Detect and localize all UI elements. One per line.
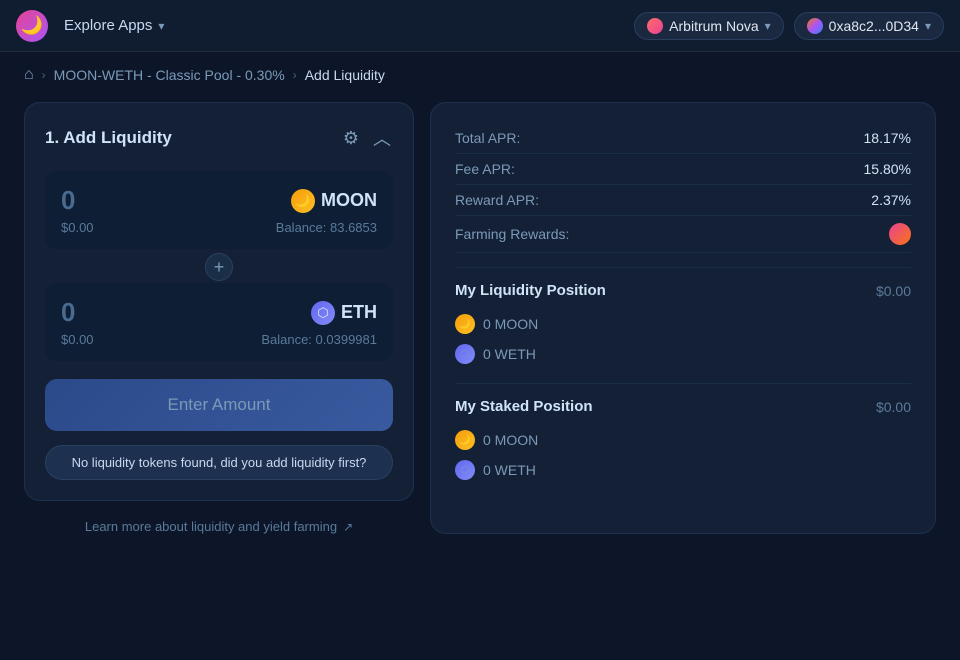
liquidity-position-header: My Liquidity Position $0.00 [455, 282, 911, 299]
token-b-top: 0 ⬡ ETH [61, 297, 377, 328]
staked-weth-amount: 0 WETH [483, 462, 536, 478]
token-b-balance: Balance: 0.0399981 [261, 332, 377, 347]
settings-button[interactable]: ⚙ [341, 126, 361, 151]
token-a-amount[interactable]: 0 [61, 185, 75, 216]
breadcrumb-sep-2: › [293, 68, 297, 82]
liquidity-moon-row: 🌙 0 MOON [455, 309, 911, 339]
liquidity-weth-icon: ⬡ [455, 344, 475, 364]
reward-apr-row: Reward APR: 2.37% [455, 185, 911, 216]
add-liquidity-card: 1. Add Liquidity ⚙ ︿ 0 🌙 MOON $0.00 [24, 102, 414, 501]
collapse-button[interactable]: ︿ [371, 123, 393, 153]
token-b-bottom: $0.00 Balance: 0.0399981 [61, 332, 377, 347]
network-icon [647, 18, 663, 34]
breadcrumb-pool-link[interactable]: MOON-WETH - Classic Pool - 0.30% [54, 67, 285, 83]
nav-right: Arbitrum Nova ▾ 0xa8c2...0D34 ▾ [634, 12, 944, 40]
plus-icon[interactable]: + [205, 253, 233, 281]
staked-position-value: $0.00 [876, 399, 911, 415]
token-b-name: ETH [341, 302, 377, 323]
explore-apps-label: Explore Apps [64, 17, 152, 34]
liquidity-weth-row: ⬡ 0 WETH [455, 339, 911, 369]
plus-divider: + [45, 253, 393, 281]
tooltip-bubble: No liquidity tokens found, did you add l… [45, 445, 393, 480]
reward-apr-value: 2.37% [871, 192, 911, 208]
breadcrumb: ⌂ › MOON-WETH - Classic Pool - 0.30% › A… [0, 52, 960, 98]
token-b-input-row: 0 ⬡ ETH $0.00 Balance: 0.0399981 [45, 283, 393, 361]
external-link-icon: ↗ [343, 520, 353, 534]
token-a-selector[interactable]: 🌙 MOON [291, 189, 377, 213]
liquidity-position-value: $0.00 [876, 283, 911, 299]
right-panel: Total APR: 18.17% Fee APR: 15.80% Reward… [430, 102, 936, 534]
eth-token-icon: ⬡ [311, 301, 335, 325]
wallet-avatar-icon [807, 18, 823, 34]
total-apr-label: Total APR: [455, 130, 520, 146]
farming-rewards-row: Farming Rewards: [455, 216, 911, 253]
liquidity-moon-amount: 0 MOON [483, 316, 538, 332]
farming-reward-icon [889, 223, 911, 245]
reward-apr-label: Reward APR: [455, 192, 539, 208]
staked-moon-row: 🌙 0 MOON [455, 425, 911, 455]
nav-left: 🌙 Explore Apps ▾ [16, 10, 172, 42]
token-a-input-row: 0 🌙 MOON $0.00 Balance: 83.6853 [45, 171, 393, 249]
wallet-address-button[interactable]: 0xa8c2...0D34 ▾ [794, 12, 944, 40]
section-divider-1 [455, 267, 911, 268]
staked-position-header: My Staked Position $0.00 [455, 398, 911, 415]
token-b-selector[interactable]: ⬡ ETH [311, 301, 377, 325]
breadcrumb-current-page: Add Liquidity [305, 67, 385, 83]
breadcrumb-sep-1: › [42, 68, 46, 82]
top-navigation: 🌙 Explore Apps ▾ Arbitrum Nova ▾ 0xa8c2.… [0, 0, 960, 52]
explore-apps-button[interactable]: Explore Apps ▾ [56, 13, 172, 38]
token-a-usd-value: $0.00 [61, 220, 94, 235]
staked-moon-amount: 0 MOON [483, 432, 538, 448]
staked-moon-icon: 🌙 [455, 430, 475, 450]
enter-amount-button[interactable]: Enter Amount [45, 379, 393, 431]
token-a-balance: Balance: 83.6853 [276, 220, 377, 235]
liquidity-weth-amount: 0 WETH [483, 346, 536, 362]
wallet-chevron-icon: ▾ [925, 19, 931, 33]
network-selector[interactable]: Arbitrum Nova ▾ [634, 12, 784, 40]
chevron-down-icon: ▾ [158, 19, 164, 33]
section-divider-2 [455, 383, 911, 384]
fee-apr-label: Fee APR: [455, 161, 515, 177]
learn-more-label: Learn more about liquidity and yield far… [85, 519, 337, 534]
token-a-name: MOON [321, 190, 377, 211]
tooltip-text: No liquidity tokens found, did you add l… [72, 455, 367, 470]
token-b-usd-value: $0.00 [61, 332, 94, 347]
staked-weth-row: ⬡ 0 WETH [455, 455, 911, 485]
staked-weth-icon: ⬡ [455, 460, 475, 480]
logo[interactable]: 🌙 [16, 10, 48, 42]
token-a-bottom: $0.00 Balance: 83.6853 [61, 220, 377, 235]
liquidity-position-title: My Liquidity Position [455, 282, 606, 299]
card-title: 1. Add Liquidity [45, 128, 172, 148]
total-apr-value: 18.17% [864, 130, 911, 146]
learn-more-link[interactable]: Learn more about liquidity and yield far… [24, 519, 414, 534]
farming-rewards-label: Farming Rewards: [455, 226, 569, 242]
staked-position-title: My Staked Position [455, 398, 593, 415]
moon-token-icon: 🌙 [291, 189, 315, 213]
network-name: Arbitrum Nova [669, 18, 758, 34]
main-content: 1. Add Liquidity ⚙ ︿ 0 🌙 MOON $0.00 [0, 102, 960, 534]
token-b-amount[interactable]: 0 [61, 297, 75, 328]
fee-apr-row: Fee APR: 15.80% [455, 154, 911, 185]
liquidity-moon-icon: 🌙 [455, 314, 475, 334]
card-actions: ⚙ ︿ [341, 123, 393, 153]
network-chevron-icon: ▾ [765, 19, 771, 33]
fee-apr-value: 15.80% [864, 161, 911, 177]
wallet-address-label: 0xa8c2...0D34 [829, 18, 919, 34]
breadcrumb-home-icon[interactable]: ⌂ [24, 66, 34, 84]
left-panel: 1. Add Liquidity ⚙ ︿ 0 🌙 MOON $0.00 [24, 102, 414, 534]
token-a-top: 0 🌙 MOON [61, 185, 377, 216]
total-apr-row: Total APR: 18.17% [455, 123, 911, 154]
card-header: 1. Add Liquidity ⚙ ︿ [45, 123, 393, 153]
